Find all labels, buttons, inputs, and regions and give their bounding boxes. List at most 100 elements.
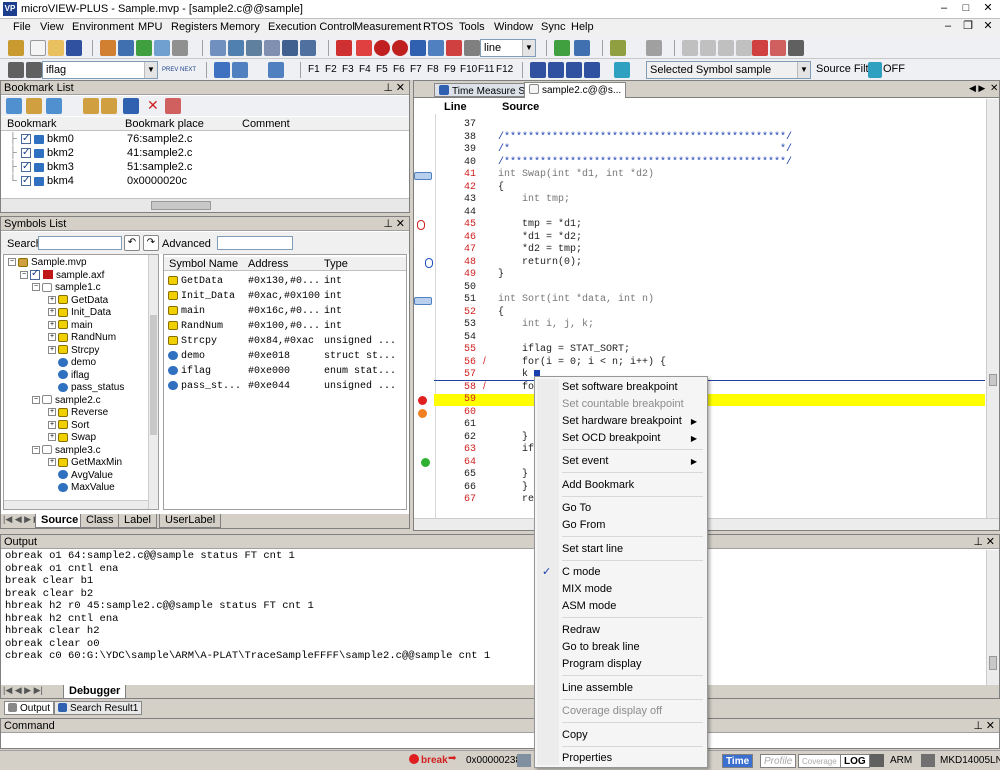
option-icon[interactable] bbox=[646, 40, 662, 56]
source-view-icon[interactable] bbox=[554, 40, 570, 56]
menu-asm-mode[interactable]: ASM mode bbox=[562, 598, 616, 614]
save-icon[interactable] bbox=[66, 40, 82, 56]
prev-icon[interactable]: PREV bbox=[162, 62, 178, 78]
bookmark-edit-icon[interactable] bbox=[46, 98, 62, 114]
symbols-col-name[interactable]: Symbol Name bbox=[169, 257, 238, 271]
menu-view[interactable]: View bbox=[40, 21, 64, 33]
bookmark-col-comment[interactable]: Comment bbox=[242, 117, 290, 131]
menu-file[interactable]: File bbox=[13, 21, 31, 33]
forward-icon[interactable] bbox=[700, 40, 716, 56]
menu-registers[interactable]: Registers bbox=[171, 21, 217, 33]
tree-item[interactable]: + GetMaxMin bbox=[8, 457, 124, 470]
fkey-f5[interactable]: F5 bbox=[376, 64, 388, 75]
stop-all-icon[interactable] bbox=[392, 40, 408, 56]
bookmark-delete-icon[interactable]: ✕ bbox=[147, 98, 163, 114]
bookmark-row[interactable]: ├bkm241:sample2.c bbox=[1, 146, 409, 160]
back-icon[interactable] bbox=[682, 40, 698, 56]
mdi-minimize-button[interactable]: – bbox=[940, 20, 956, 34]
bookmark-next-icon[interactable] bbox=[101, 98, 117, 114]
menu-properties[interactable]: Properties bbox=[562, 750, 612, 766]
table-row[interactable]: RandNum #0x100,#0... int bbox=[168, 320, 406, 334]
menu-c-mode[interactable]: C mode bbox=[562, 564, 601, 580]
menu-set-software-breakpoint[interactable]: Set software breakpoint bbox=[562, 379, 678, 395]
fkey-f12[interactable]: F12 bbox=[496, 64, 513, 75]
tree-item[interactable]: − Sample.mvp bbox=[8, 257, 124, 270]
tree-item[interactable]: pass_status bbox=[8, 382, 124, 395]
view3-icon[interactable] bbox=[268, 62, 284, 78]
tree-item[interactable]: + RandNum bbox=[8, 332, 124, 345]
code-line[interactable]: /***************************************… bbox=[498, 157, 792, 170]
symbol-search-icon[interactable] bbox=[8, 62, 24, 78]
menu-go-to[interactable]: Go To bbox=[562, 500, 591, 516]
tab-userlabel[interactable]: UserLabel bbox=[159, 514, 222, 528]
break-icon[interactable] bbox=[336, 40, 352, 56]
filter-icon[interactable] bbox=[868, 62, 882, 78]
fkey-f1[interactable]: F1 bbox=[308, 64, 320, 75]
symbol-icon[interactable] bbox=[300, 40, 316, 56]
fkey-f11[interactable]: F11 bbox=[478, 64, 495, 75]
tree-item[interactable]: + GetData bbox=[8, 295, 124, 308]
menu-help[interactable]: Help bbox=[571, 21, 594, 33]
download-icon[interactable] bbox=[100, 40, 116, 56]
step-icon[interactable] bbox=[154, 40, 170, 56]
menu-execution-control[interactable]: Execution Control bbox=[268, 21, 355, 33]
up-icon[interactable] bbox=[718, 40, 734, 56]
search-input[interactable] bbox=[38, 236, 122, 250]
log-indicator[interactable]: LOG bbox=[840, 754, 870, 768]
table-icon[interactable] bbox=[584, 62, 600, 78]
fkey-f2[interactable]: F2 bbox=[325, 64, 337, 75]
fkey-f3[interactable]: F3 bbox=[342, 64, 354, 75]
command-input[interactable] bbox=[3, 735, 993, 748]
tools-icon[interactable] bbox=[788, 40, 804, 56]
execute-icon[interactable] bbox=[410, 40, 426, 56]
step-in-icon[interactable] bbox=[428, 40, 444, 56]
tab-class[interactable]: Class bbox=[80, 514, 120, 528]
menu-mpu[interactable]: MPU bbox=[138, 21, 162, 33]
table-row[interactable]: Init_Data #0xac,#0x100 int bbox=[168, 290, 406, 304]
close-icon[interactable]: ✕ bbox=[986, 719, 995, 733]
fkey-f6[interactable]: F6 bbox=[393, 64, 405, 75]
bookmark-col-place[interactable]: Bookmark place bbox=[125, 117, 204, 131]
tree-vscroll[interactable] bbox=[148, 255, 158, 509]
menu-set-hardware-breakpoint[interactable]: Set hardware breakpoint bbox=[562, 413, 682, 429]
display-unit-combo[interactable]: line ▼ bbox=[480, 39, 536, 57]
table-row[interactable]: demo #0xe018 struct st... bbox=[168, 350, 406, 364]
table-row[interactable]: main #0x16c,#0... int bbox=[168, 305, 406, 319]
step-over-icon[interactable] bbox=[172, 40, 188, 56]
minimize-button[interactable]: – bbox=[936, 2, 952, 16]
tree-item[interactable]: − sample3.c bbox=[8, 445, 124, 458]
tree-item[interactable]: + Swap bbox=[8, 432, 124, 445]
search-prev-icon[interactable]: ↶ bbox=[124, 235, 140, 251]
pin-icon[interactable]: ⊥ bbox=[973, 719, 983, 733]
bookmark-jump-icon[interactable] bbox=[123, 98, 139, 114]
filter-view-icon[interactable] bbox=[614, 62, 630, 78]
bookmark-row[interactable]: ├bkm076:sample2.c bbox=[1, 132, 409, 146]
menu-redraw[interactable]: Redraw bbox=[562, 622, 600, 638]
selected-symbol-combo[interactable]: Selected Symbol sample ▼ bbox=[646, 61, 811, 79]
align-icon[interactable] bbox=[530, 62, 546, 78]
delete-icon[interactable] bbox=[770, 40, 786, 56]
symbols-col-address[interactable]: Address bbox=[248, 257, 288, 271]
new-file-icon[interactable] bbox=[30, 40, 46, 56]
code-line[interactable]: *d2 = tmp; bbox=[498, 244, 582, 257]
menu-window[interactable]: Window bbox=[494, 21, 533, 33]
stop-icon[interactable] bbox=[356, 40, 372, 56]
tab-source[interactable]: Source bbox=[35, 514, 85, 528]
tree-item[interactable]: − sample1.c bbox=[8, 282, 124, 295]
run-to-cursor-icon[interactable] bbox=[464, 40, 480, 56]
stop-run-icon[interactable] bbox=[374, 40, 390, 56]
tree-item[interactable]: AvgValue bbox=[8, 470, 124, 483]
tab-search-result[interactable]: Search Result1 bbox=[54, 701, 143, 715]
bookmark-add-icon[interactable] bbox=[6, 98, 22, 114]
bookmark-col-name[interactable]: Bookmark bbox=[7, 117, 57, 131]
code-line[interactable]: int i, j, k; bbox=[498, 319, 594, 332]
menu-set-ocd-breakpoint[interactable]: Set OCD breakpoint bbox=[562, 430, 660, 446]
menu-memory[interactable]: Memory bbox=[220, 21, 260, 33]
menu-rtos[interactable]: RTOS bbox=[423, 21, 453, 33]
code-line[interactable]: iflag = STAT_SORT; bbox=[498, 344, 630, 357]
view2-icon[interactable] bbox=[232, 62, 248, 78]
tab-scroll-icon[interactable]: ◀ ▶ bbox=[969, 83, 985, 94]
profile-indicator[interactable]: Profile bbox=[760, 754, 797, 768]
mdi-restore-button[interactable]: ❐ bbox=[960, 20, 976, 34]
code-line[interactable]: fo bbox=[498, 382, 534, 395]
